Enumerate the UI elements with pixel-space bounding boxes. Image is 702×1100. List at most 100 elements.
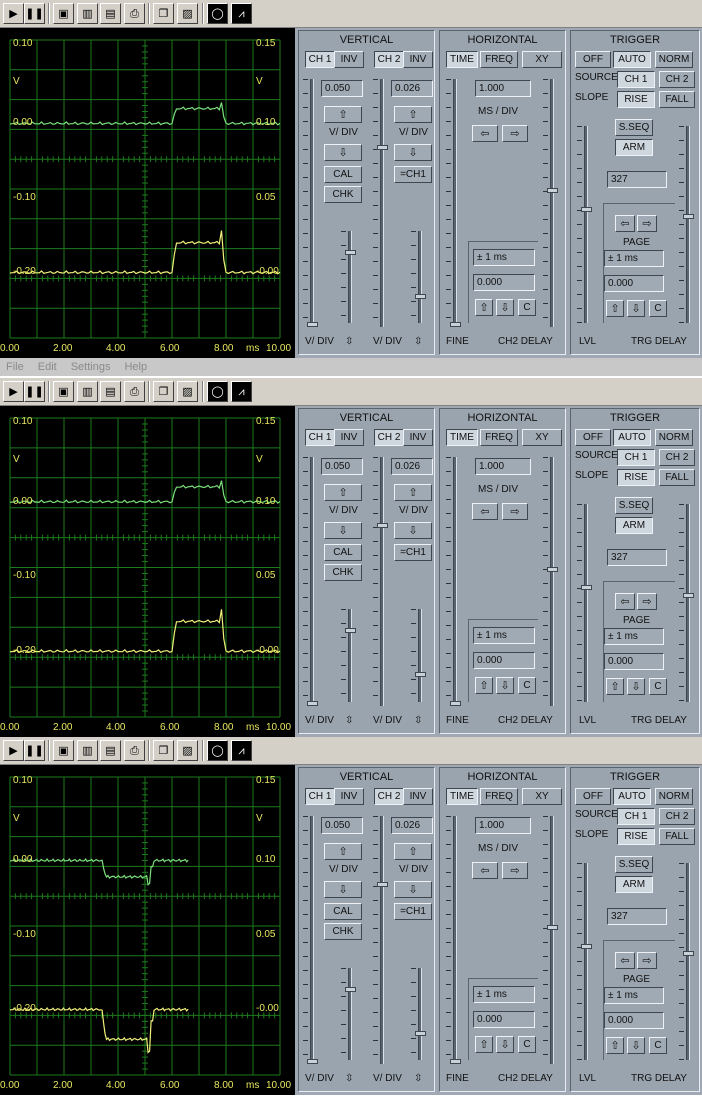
ch2-button[interactable]: CH 2: [374, 51, 404, 68]
single-seq-button[interactable]: S.SEQ: [615, 119, 653, 136]
ch1-vdiv-down-button[interactable]: ⇩: [324, 144, 362, 161]
page-right-button[interactable]: ⇨: [637, 593, 657, 610]
print-button[interactable]: ⎙: [124, 740, 145, 761]
cal-button[interactable]: CAL: [324, 903, 362, 920]
ms-div-left-button[interactable]: ⇦: [472, 125, 498, 142]
ch1-position-slider[interactable]: [303, 457, 321, 706]
arm-button[interactable]: ARM: [615, 876, 653, 893]
trg-delay-range-field[interactable]: ± 1 ms: [604, 628, 664, 645]
trigger-auto-button[interactable]: AUTO: [613, 788, 651, 805]
page-left-button[interactable]: ⇦: [615, 593, 635, 610]
slope-rise-button[interactable]: RISE: [617, 828, 655, 845]
inv1-button[interactable]: INV: [334, 788, 364, 805]
ch2-vdiv-up-button[interactable]: ⇧: [394, 106, 432, 123]
slider-thumb[interactable]: [683, 593, 694, 598]
ch1-vdiv-field[interactable]: 0.050: [321, 817, 363, 834]
ch2-button[interactable]: CH 2: [374, 429, 404, 446]
table-button[interactable]: ▤: [100, 740, 121, 761]
source-ch2-button[interactable]: CH 2: [659, 449, 695, 466]
lissajous-button[interactable]: ◯: [207, 740, 228, 761]
xy-button[interactable]: XY: [522, 429, 562, 446]
cal-button[interactable]: CAL: [324, 166, 362, 183]
ms-div-right-button[interactable]: ⇨: [502, 125, 528, 142]
arm-button[interactable]: ARM: [615, 517, 653, 534]
ch2-fine-slider[interactable]: [411, 231, 429, 323]
trg-delay-clear-button[interactable]: C: [649, 678, 667, 695]
trg-delay-value-field[interactable]: 0.000: [604, 653, 664, 670]
trg-delay-up-button[interactable]: ⇧: [606, 300, 624, 317]
ch2-delay-value-field[interactable]: 0.000: [473, 1011, 535, 1028]
fine-slider[interactable]: [446, 816, 464, 1064]
menu-settings[interactable]: Settings: [71, 361, 111, 373]
source-ch2-button[interactable]: CH 2: [659, 808, 695, 825]
trigger-off-button[interactable]: OFF: [575, 429, 611, 446]
play-button[interactable]: ▶: [3, 381, 24, 402]
trigger-auto-button[interactable]: AUTO: [613, 429, 651, 446]
pause-button[interactable]: ❚❚: [24, 3, 45, 24]
copy-button[interactable]: ❐: [153, 740, 174, 761]
paste-image-button[interactable]: ▨: [177, 740, 198, 761]
ch1-button[interactable]: CH 1: [305, 51, 335, 68]
ch1-fine-slider[interactable]: [341, 609, 359, 702]
ch2-delay-down-button[interactable]: ⇩: [496, 1036, 514, 1053]
ch1-button[interactable]: CH 1: [305, 429, 335, 446]
trg-delay-slider[interactable]: [679, 863, 697, 1060]
ch2-delay-up-button[interactable]: ⇧: [475, 677, 493, 694]
play-button[interactable]: ▶: [3, 740, 24, 761]
ms-div-left-button[interactable]: ⇦: [472, 862, 498, 879]
inv2-button[interactable]: INV: [403, 788, 433, 805]
ch2-delay-slider[interactable]: [543, 816, 561, 1064]
ch2-delay-down-button[interactable]: ⇩: [496, 677, 514, 694]
trigger-level-field[interactable]: 327: [607, 171, 667, 188]
ch2-position-slider[interactable]: [373, 457, 391, 706]
chart-button[interactable]: ▥: [77, 3, 98, 24]
trigger-off-button[interactable]: OFF: [575, 788, 611, 805]
ch2-position-slider[interactable]: [373, 816, 391, 1064]
freq-button[interactable]: FREQ: [480, 51, 518, 68]
ch1-vdiv-up-button[interactable]: ⇧: [324, 484, 362, 501]
ch2-delay-slider[interactable]: [543, 79, 561, 327]
trg-delay-down-button[interactable]: ⇩: [627, 678, 645, 695]
trg-delay-down-button[interactable]: ⇩: [627, 300, 645, 317]
slider-thumb[interactable]: [581, 944, 592, 949]
slider-thumb[interactable]: [307, 701, 318, 706]
source-ch1-button[interactable]: CH 1: [617, 71, 655, 88]
trigger-level-field[interactable]: 327: [607, 549, 667, 566]
ch2-fine-slider[interactable]: [411, 968, 429, 1060]
page-right-button[interactable]: ⇨: [637, 952, 657, 969]
inv1-button[interactable]: INV: [334, 429, 364, 446]
ch1-vdiv-up-button[interactable]: ⇧: [324, 106, 362, 123]
ch1-position-slider[interactable]: [303, 79, 321, 327]
ch1-fine-slider[interactable]: [341, 968, 359, 1060]
ch1-vdiv-up-button[interactable]: ⇧: [324, 843, 362, 860]
chk-button[interactable]: CHK: [324, 923, 362, 940]
page-right-button[interactable]: ⇨: [637, 215, 657, 232]
inv2-button[interactable]: INV: [403, 429, 433, 446]
inv2-button[interactable]: INV: [403, 51, 433, 68]
pause-button[interactable]: ❚❚: [24, 381, 45, 402]
trg-delay-slider[interactable]: [679, 126, 697, 323]
ch2-vdiv-field[interactable]: 0.026: [391, 817, 433, 834]
single-seq-button[interactable]: S.SEQ: [615, 856, 653, 873]
menu-help[interactable]: Help: [124, 361, 147, 373]
fine-slider[interactable]: [446, 79, 464, 327]
source-ch1-button[interactable]: CH 1: [617, 808, 655, 825]
trigger-norm-button[interactable]: NORM: [655, 788, 693, 805]
save-button[interactable]: ▣: [53, 3, 74, 24]
menu-edit[interactable]: Edit: [38, 361, 57, 373]
trigger-level-slider[interactable]: [577, 126, 595, 323]
ch2-delay-clear-button[interactable]: C: [518, 677, 536, 694]
slider-thumb[interactable]: [450, 701, 461, 706]
slider-thumb[interactable]: [345, 250, 356, 255]
ms-div-field[interactable]: 1.000: [475, 80, 531, 97]
slider-thumb[interactable]: [547, 925, 558, 930]
slider-thumb[interactable]: [307, 1059, 318, 1064]
slider-thumb[interactable]: [415, 1031, 426, 1036]
spectrum-button[interactable]: ⩘: [231, 740, 252, 761]
slider-thumb[interactable]: [683, 214, 694, 219]
paste-image-button[interactable]: ▨: [177, 3, 198, 24]
slider-thumb[interactable]: [547, 188, 558, 193]
menu-file[interactable]: File: [6, 361, 24, 373]
time-button[interactable]: TIME: [446, 429, 478, 446]
cal-button[interactable]: CAL: [324, 544, 362, 561]
